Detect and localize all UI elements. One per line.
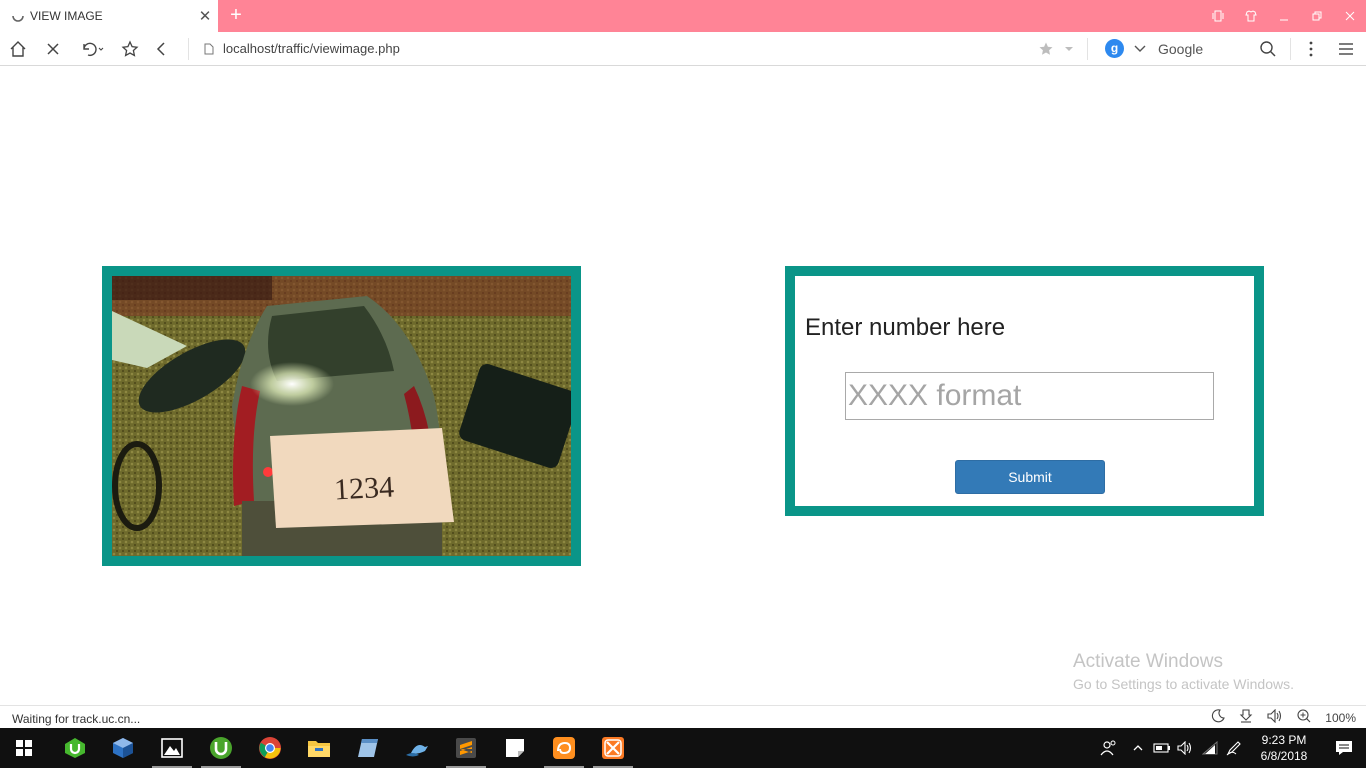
more-options-icon[interactable] <box>1298 36 1324 62</box>
windows-taskbar: 9:23 PM 6/8/2018 <box>0 728 1366 768</box>
volume-icon[interactable] <box>1267 708 1283 726</box>
back-icon[interactable] <box>149 36 175 62</box>
divider <box>1290 38 1291 60</box>
utorrent-icon[interactable] <box>197 728 245 768</box>
address-bar: localhost/traffic/viewimage.php g Google <box>0 32 1366 66</box>
phone-icon[interactable] <box>1201 0 1234 32</box>
search-engine-icon[interactable]: g <box>1105 39 1124 58</box>
photos-icon[interactable] <box>148 728 196 768</box>
pen-icon[interactable] <box>1222 728 1246 768</box>
loading-spinner-icon <box>12 15 24 22</box>
plate-number-input[interactable] <box>845 372 1214 420</box>
battery-icon[interactable] <box>1150 728 1174 768</box>
sublime-text-icon[interactable] <box>442 728 490 768</box>
browser-tab[interactable]: VIEW IMAGE ✕ <box>0 0 218 32</box>
home-icon[interactable] <box>5 36 31 62</box>
menu-icon[interactable] <box>1333 36 1359 62</box>
divider <box>188 38 189 60</box>
speaker-icon[interactable] <box>1174 728 1198 768</box>
page-icon <box>204 43 214 55</box>
status-bar: Waiting for track.uc.cn... 100% <box>0 705 1366 728</box>
form-heading: Enter number here <box>805 314 1006 341</box>
xampp-icon[interactable] <box>589 728 637 768</box>
python-icon[interactable] <box>393 728 441 768</box>
download-icon[interactable] <box>1239 709 1253 726</box>
search-engine-dropdown-icon[interactable] <box>1127 36 1153 62</box>
tab-close-icon[interactable]: ✕ <box>192 7 218 25</box>
notepad-icon[interactable] <box>344 728 392 768</box>
close-window-icon[interactable] <box>1333 0 1366 32</box>
sticky-notes-icon[interactable] <box>491 728 539 768</box>
clock-date: 6/8/2018 <box>1260 749 1308 763</box>
activate-windows-watermark: Activate Windows Go to Settings to activ… <box>1073 651 1294 692</box>
watermark-title: Activate Windows <box>1073 651 1223 672</box>
search-input[interactable]: Google <box>1158 41 1203 57</box>
minimize-icon[interactable] <box>1267 0 1300 32</box>
virtualbox-icon[interactable] <box>99 728 147 768</box>
system-tray: 9:23 PM 6/8/2018 <box>1092 728 1366 768</box>
undo-close-icon[interactable] <box>78 36 108 62</box>
status-text: Waiting for track.uc.cn... <box>12 712 141 726</box>
night-mode-icon[interactable] <box>1211 709 1226 726</box>
number-entry-form: Enter number here Submit <box>785 266 1264 516</box>
tab-title: VIEW IMAGE <box>30 9 103 23</box>
file-explorer-icon[interactable] <box>295 728 343 768</box>
clock[interactable]: 9:23 PM 6/8/2018 <box>1246 732 1322 764</box>
chrome-icon[interactable] <box>246 728 294 768</box>
bookmark-star-icon[interactable] <box>117 36 143 62</box>
action-center-icon[interactable] <box>1322 728 1366 768</box>
new-tab-button[interactable]: + <box>226 4 246 26</box>
uc-browser-icon[interactable] <box>540 728 588 768</box>
clock-time: 9:23 PM <box>1261 733 1307 747</box>
vehicle-image-frame: 1234 <box>102 266 581 566</box>
license-plate-text: 1234 <box>333 470 395 506</box>
start-icon[interactable] <box>0 728 48 768</box>
zoom-level[interactable]: 100% <box>1325 711 1356 725</box>
utorrent-alt-icon[interactable] <box>51 728 99 768</box>
show-hidden-icons-icon[interactable] <box>1126 728 1150 768</box>
tab-strip: VIEW IMAGE ✕ + <box>0 0 1366 32</box>
vehicle-photo: 1234 <box>112 276 571 556</box>
skin-icon[interactable] <box>1234 0 1267 32</box>
search-icon[interactable] <box>1255 36 1281 62</box>
zoom-icon[interactable] <box>1297 709 1311 726</box>
divider <box>1087 38 1088 60</box>
stop-icon[interactable] <box>40 36 66 62</box>
submit-button[interactable]: Submit <box>955 460 1105 494</box>
wifi-icon[interactable] <box>1198 728 1222 768</box>
watermark-subtitle: Go to Settings to activate Windows. <box>1073 676 1294 692</box>
status-icons: 100% <box>1211 708 1356 726</box>
window-controls <box>1201 0 1366 32</box>
restore-icon[interactable] <box>1300 0 1333 32</box>
url-dropdown-icon[interactable] <box>1056 36 1082 62</box>
url-field[interactable]: localhost/traffic/viewimage.php <box>223 41 400 56</box>
people-icon[interactable] <box>1092 728 1126 768</box>
